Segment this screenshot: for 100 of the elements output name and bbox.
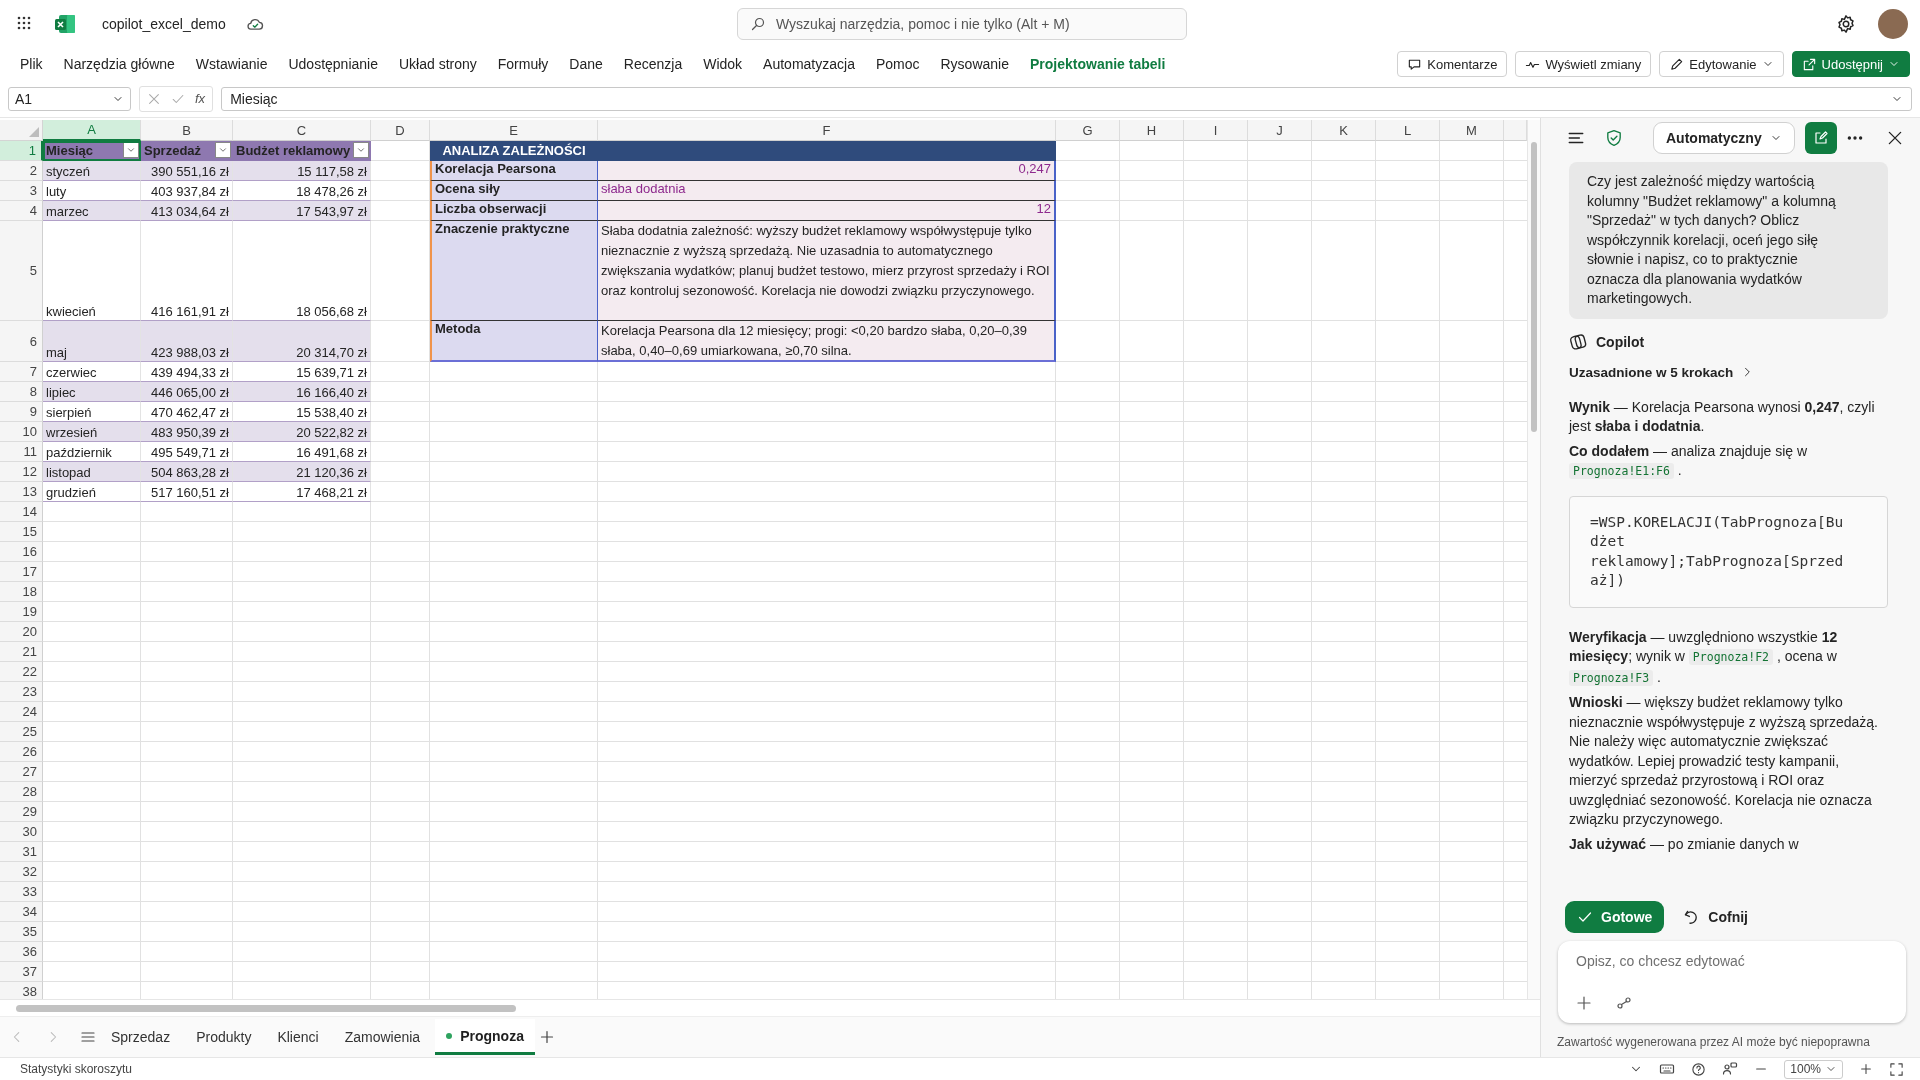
row-header[interactable]: 38 (0, 982, 43, 999)
link-icon[interactable] (1616, 995, 1632, 1011)
row-header[interactable]: 36 (0, 942, 43, 962)
name-box[interactable]: A1 (8, 86, 131, 111)
row-header[interactable]: 32 (0, 862, 43, 882)
avatar[interactable] (1878, 9, 1908, 39)
horizontal-scrollbar[interactable] (16, 1004, 516, 1012)
add-icon[interactable] (1576, 995, 1592, 1011)
ribbon-tab[interactable]: Formuły (497, 56, 549, 72)
sheet-tab[interactable]: Klienci (266, 1019, 330, 1055)
fullscreen-icon[interactable] (1889, 1061, 1904, 1077)
row-header[interactable]: 9 (0, 402, 43, 422)
column-header[interactable]: D (371, 120, 430, 141)
search-field[interactable]: Wyszukaj narzędzia, pomoc i nie tylko (Alt + M) (737, 8, 1187, 40)
spreadsheet-logo-icon[interactable] (54, 13, 76, 35)
row-header[interactable]: 5 (0, 221, 43, 321)
ribbon-tab[interactable]: Projektowanie tabeli (1030, 56, 1166, 72)
ribbon-tab[interactable]: Rysowanie (940, 56, 1009, 72)
header-cell[interactable]: Miesiąc (43, 141, 141, 161)
feedback-icon[interactable] (1722, 1061, 1739, 1077)
column-header[interactable]: J (1248, 120, 1312, 141)
sheet-tab[interactable]: Sprzedaz (100, 1019, 182, 1055)
ribbon-tab[interactable]: Pomoc (875, 56, 920, 72)
close-icon[interactable] (1886, 129, 1904, 147)
filter-button[interactable] (215, 142, 231, 158)
row-header[interactable]: 35 (0, 922, 43, 942)
shield-check-icon[interactable] (1605, 129, 1623, 147)
row-header[interactable]: 23 (0, 682, 43, 702)
column-header[interactable]: A (43, 120, 141, 141)
help-icon[interactable] (1691, 1061, 1707, 1077)
sheet-tab[interactable]: Produkty (185, 1019, 263, 1055)
row-header[interactable]: 4 (0, 201, 43, 221)
header-cell[interactable]: Sprzedaż (141, 141, 233, 161)
row-header[interactable]: 8 (0, 382, 43, 402)
ribbon-tab[interactable]: Dane (569, 56, 603, 72)
column-header[interactable]: F (598, 120, 1056, 141)
column-header[interactable]: E (430, 120, 598, 141)
new-chat-button[interactable] (1804, 122, 1837, 154)
vertical-scrollbar[interactable] (1531, 142, 1537, 432)
settings-icon[interactable] (1836, 14, 1856, 34)
share-button[interactable]: Udostępnij (1791, 51, 1910, 77)
row-header[interactable]: 10 (0, 422, 43, 442)
row-header[interactable]: 29 (0, 802, 43, 822)
zoom-in-icon[interactable] (1859, 1062, 1873, 1076)
row-header[interactable]: 34 (0, 902, 43, 922)
column-header[interactable]: K (1312, 120, 1376, 141)
editing-mode-button[interactable]: Edytowanie (1659, 51, 1784, 77)
row-header[interactable]: 31 (0, 842, 43, 862)
row-header[interactable]: 3 (0, 181, 43, 201)
row-header[interactable]: 6 (0, 321, 43, 362)
formula-input[interactable]: Miesiąc (221, 86, 1912, 111)
row-header[interactable]: 1 (0, 141, 43, 161)
row-header[interactable]: 15 (0, 522, 43, 542)
column-header[interactable]: I (1184, 120, 1248, 141)
ribbon-tab[interactable]: Udostępnianie (288, 56, 378, 72)
filter-button[interactable] (123, 142, 139, 158)
toolbar-button[interactable]: Komentarze (1397, 51, 1508, 77)
ribbon-tab[interactable]: Widok (703, 56, 743, 72)
row-header[interactable]: 18 (0, 582, 43, 602)
row-header[interactable]: 19 (0, 602, 43, 622)
row-header[interactable]: 27 (0, 762, 43, 782)
mode-dropdown[interactable]: Automatyczny (1653, 122, 1795, 154)
keyboard-icon[interactable] (1659, 1061, 1676, 1077)
ribbon-tab[interactable]: Narzędzia główne (63, 56, 175, 72)
row-header[interactable]: 37 (0, 962, 43, 982)
row-header[interactable]: 33 (0, 882, 43, 902)
ribbon-tab[interactable]: Plik (20, 56, 43, 72)
row-header[interactable]: 24 (0, 702, 43, 722)
row-header[interactable]: 12 (0, 462, 43, 482)
ribbon-tab[interactable]: Recenzja (623, 56, 683, 72)
column-header[interactable]: L (1376, 120, 1440, 141)
row-header[interactable]: 28 (0, 782, 43, 802)
undo-button[interactable]: Cofnij (1678, 901, 1752, 933)
row-header[interactable]: 21 (0, 642, 43, 662)
zoom-dropdown[interactable]: 100% (1784, 1059, 1843, 1079)
insert-function-button[interactable]: fx (195, 91, 206, 106)
row-header[interactable]: 20 (0, 622, 43, 642)
add-sheet-icon[interactable] (538, 1029, 555, 1045)
column-header[interactable]: M (1440, 120, 1504, 141)
row-header[interactable]: 2 (0, 161, 43, 181)
reasoning-steps-link[interactable]: Uzasadnione w 5 krokach (1569, 364, 1754, 380)
row-header[interactable]: 7 (0, 362, 43, 382)
column-header[interactable]: C (233, 120, 371, 141)
menu-icon[interactable] (80, 1029, 96, 1045)
document-title[interactable]: copilot_excel_demo (102, 16, 226, 32)
ribbon-tab[interactable]: Układ strony (398, 56, 477, 72)
filter-button[interactable] (353, 142, 369, 158)
sheet-tab[interactable]: Zamowienia (333, 1019, 432, 1055)
row-header[interactable]: 25 (0, 722, 43, 742)
column-header[interactable]: H (1120, 120, 1184, 141)
header-cell[interactable]: Budżet reklamowy (233, 141, 371, 161)
toolbar-button[interactable]: Wyświetl zmiany (1515, 51, 1652, 77)
row-header[interactable]: 26 (0, 742, 43, 762)
row-header[interactable]: 13 (0, 482, 43, 502)
row-header[interactable]: 22 (0, 662, 43, 682)
row-header[interactable]: 17 (0, 562, 43, 582)
row-header[interactable]: 16 (0, 542, 43, 562)
column-header[interactable]: B (141, 120, 233, 141)
row-header[interactable]: 11 (0, 442, 43, 462)
column-header[interactable]: G (1056, 120, 1120, 141)
